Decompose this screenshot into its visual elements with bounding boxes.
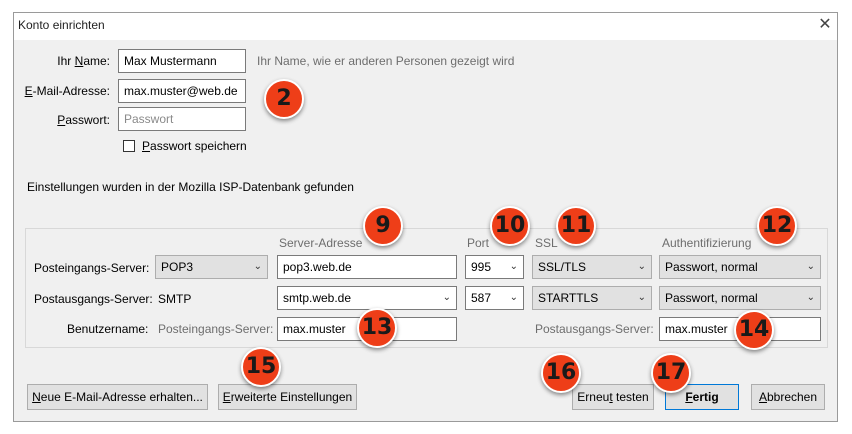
callout-badge-12: 12 (757, 206, 797, 246)
callout-badge-2: 2 (264, 79, 304, 119)
incoming-auth-value: Passwort, normal (665, 260, 758, 274)
incoming-server-label: Posteingangs-Server: (34, 261, 150, 275)
outgoing-port-value: 587 (471, 291, 492, 305)
chevron-down-icon: ⌄ (509, 261, 518, 272)
outgoing-server-label: Postausgangs-Server: (34, 292, 153, 306)
password-field[interactable]: Passwort (118, 107, 246, 131)
window-title: Konto einrichten (18, 18, 105, 32)
username-outgoing-label: Postausgangs-Server: (535, 322, 654, 336)
callout-badge-9: 9 (363, 206, 403, 246)
chevron-down-icon: ⌄ (806, 261, 815, 272)
close-icon[interactable]: ✕ (814, 14, 836, 36)
incoming-port-value: 995 (471, 260, 492, 274)
callout-badge-17: 17 (651, 353, 691, 393)
column-ssl-header: SSL (535, 236, 558, 250)
new-address-button[interactable]: Neue E-Mail-Adresse erhalten... (27, 384, 208, 410)
info-text: Einstellungen wurden in der Mozilla ISP-… (27, 180, 354, 194)
callout-badge-13: 13 (357, 308, 397, 348)
chevron-down-icon: ⌄ (509, 292, 518, 303)
retest-button[interactable]: Erneut testen (572, 384, 654, 410)
email-field[interactable]: max.muster@web.de (118, 79, 246, 103)
callout-badge-11: 11 (556, 206, 596, 246)
incoming-protocol-select[interactable]: POP3 ⌄ (155, 255, 268, 279)
incoming-server-field[interactable]: pop3.web.de (277, 255, 457, 279)
dialog-window (13, 12, 838, 422)
save-password-checkbox[interactable] (123, 140, 135, 152)
callout-badge-16: 16 (541, 353, 581, 393)
chevron-down-icon: ⌄ (442, 292, 451, 303)
callout-badge-15: 15 (241, 347, 281, 387)
incoming-auth-select[interactable]: Passwort, normal ⌄ (659, 255, 821, 279)
username-label: Benutzername: (67, 322, 149, 336)
incoming-ssl-value: SSL/TLS (538, 260, 587, 274)
column-port-header: Port (467, 236, 490, 250)
outgoing-auth-value: Passwort, normal (665, 291, 758, 305)
incoming-ssl-select[interactable]: SSL/TLS ⌄ (532, 255, 652, 279)
email-label: E-Mail-Adresse: (24, 84, 110, 98)
chevron-down-icon: ⌄ (806, 292, 815, 303)
outgoing-ssl-value: STARTTLS (538, 291, 599, 305)
name-hint: Ihr Name, wie er anderen Personen gezeig… (257, 54, 515, 68)
outgoing-protocol: SMTP (158, 292, 192, 306)
name-label: Ihr Name: (57, 54, 110, 68)
callout-badge-14: 14 (734, 310, 774, 350)
chevron-down-icon: ⌄ (253, 261, 262, 272)
outgoing-ssl-select[interactable]: STARTTLS ⌄ (532, 286, 652, 310)
callout-badge-10: 10 (490, 206, 530, 246)
advanced-settings-button[interactable]: Erweiterte Einstellungen (218, 384, 357, 410)
incoming-port-select[interactable]: 995 ⌄ (465, 255, 524, 279)
title-bar (13, 12, 838, 40)
chevron-down-icon: ⌄ (637, 292, 646, 303)
outgoing-auth-select[interactable]: Passwort, normal ⌄ (659, 286, 821, 310)
outgoing-port-select[interactable]: 587 ⌄ (465, 286, 524, 310)
save-password-label[interactable]: Passwort speichern (142, 139, 247, 153)
incoming-protocol-value: POP3 (161, 260, 194, 274)
outgoing-server-select[interactable]: smtp.web.de ⌄ (277, 286, 457, 310)
column-server-header: Server-Adresse (279, 236, 363, 250)
username-incoming-label: Posteingangs-Server: (158, 322, 274, 336)
column-auth-header: Authentifizierung (662, 236, 752, 250)
name-field[interactable]: Max Mustermann (118, 49, 246, 73)
cancel-button[interactable]: Abbrechen (751, 384, 825, 410)
password-label: Passwort: (57, 113, 110, 127)
chevron-down-icon: ⌄ (637, 261, 646, 272)
outgoing-server-value: smtp.web.de (283, 291, 352, 305)
